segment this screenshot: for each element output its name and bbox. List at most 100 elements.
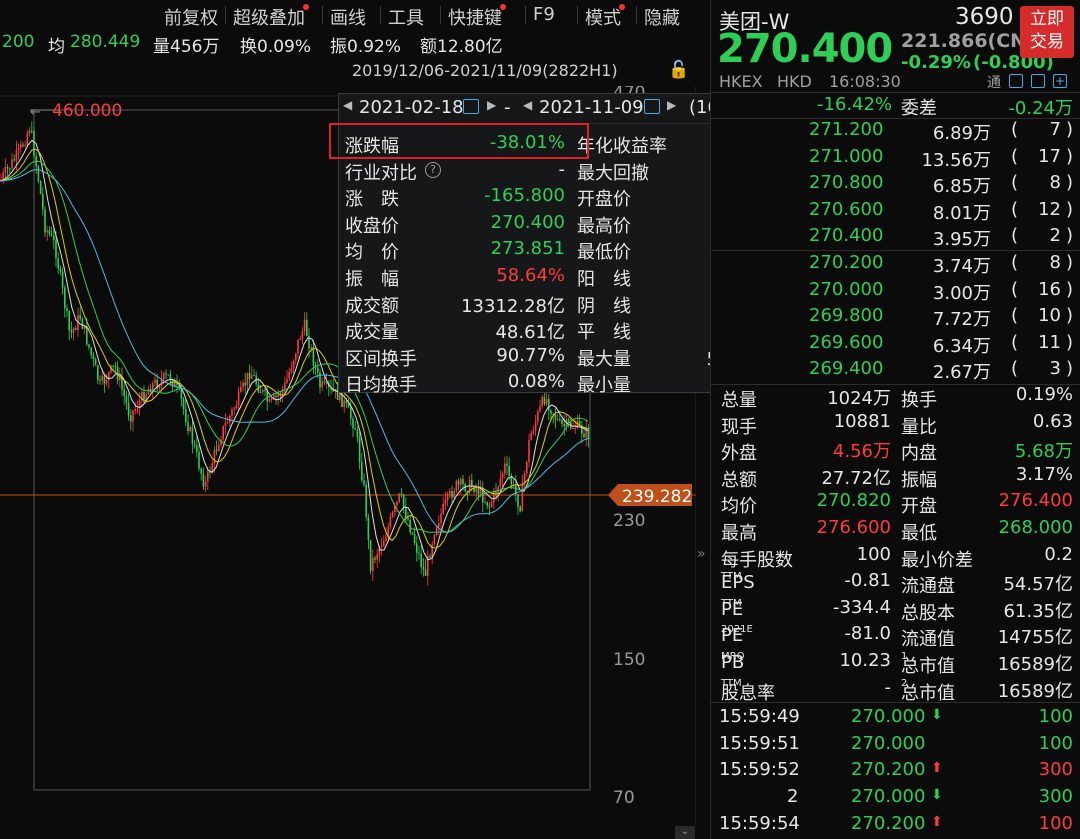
stat-value: 54.57亿 — [1003, 574, 1073, 596]
edit-icon[interactable] — [1009, 74, 1023, 88]
stat-value: 0.2 — [1044, 543, 1073, 565]
popup-date-separator: - — [504, 97, 511, 118]
toolbar-item[interactable]: 快捷键 — [448, 4, 502, 30]
candle-body — [405, 506, 407, 519]
tick-price: 270.000 — [851, 732, 926, 754]
level-open-paren: ( — [1011, 145, 1019, 167]
price-tag-label: 239.282 — [622, 487, 692, 507]
trade-now-button[interactable]: 立即 交易 — [1020, 6, 1074, 58]
stat-row: PE 2021E -81.0 流通值 14755亿 — [711, 621, 1080, 650]
order-level-row: 270.400 3.95万 (2) — [711, 223, 1080, 250]
candle-body — [559, 419, 561, 421]
level-open-paren: ( — [1011, 358, 1019, 379]
candle-body — [416, 543, 418, 553]
candle-body — [251, 375, 253, 379]
toolbar-item[interactable]: 工具 — [388, 4, 424, 30]
level-price: 271.200 — [809, 119, 884, 140]
weibi-row: -16.42% 委差 -0.24万 — [711, 92, 1080, 119]
stat-value: 10.23 — [839, 650, 891, 671]
toolbar-divider — [636, 6, 637, 24]
candle-body — [11, 159, 13, 169]
stat-row: 总额 27.72亿 振幅 3.17% — [711, 462, 1080, 491]
candle-body — [462, 479, 464, 484]
toolbar-item[interactable]: 隐藏 — [644, 4, 680, 30]
toolbar-item[interactable]: 超级叠加 — [233, 4, 305, 30]
level-close-paren: ) — [1065, 358, 1073, 379]
level-price: 270.400 — [809, 225, 884, 246]
toolbar-item[interactable]: 模式 — [585, 4, 621, 30]
popup-end-date[interactable]: 2021-11-09 — [539, 97, 644, 118]
candle-body — [81, 318, 84, 330]
toolbar-item[interactable]: 画线 — [330, 4, 366, 30]
stat-avg-value: 280.449 — [70, 32, 141, 52]
candle-body — [380, 546, 383, 549]
stat-value: 4.56万 — [832, 441, 891, 463]
weibi-value: -16.42% — [817, 94, 893, 115]
end-calendar-icon[interactable] — [644, 99, 660, 114]
stat-label-text: 总市值 — [901, 682, 955, 704]
candle-body — [435, 526, 438, 535]
candle-body — [185, 408, 187, 423]
add-icon[interactable]: + — [1053, 74, 1067, 88]
popup-start-date[interactable]: 2021-02-18 — [359, 97, 464, 118]
expand-panel-icon[interactable]: » — [697, 546, 709, 566]
prev-end-arrow-icon[interactable]: ◀ — [523, 98, 532, 112]
tick-row: 15:59:49 270.000 ⬇ 100 — [711, 704, 1080, 730]
level-volume: 8.01万 — [932, 202, 991, 224]
candle-body — [376, 554, 378, 560]
candle-body — [534, 421, 537, 431]
stat-turnover: 换0.09% — [240, 37, 312, 57]
candle-body — [554, 414, 557, 420]
toolbar-item[interactable]: 前复权 — [164, 4, 218, 30]
candle-body — [358, 437, 361, 462]
candle-body — [125, 396, 128, 403]
candle-body — [75, 328, 77, 330]
candle-body — [418, 552, 420, 554]
candle-body — [345, 400, 348, 404]
help-icon[interactable]: ? — [425, 161, 441, 178]
start-calendar-icon[interactable] — [463, 99, 479, 114]
candle-body — [158, 385, 161, 389]
level-close-paren: ) — [1065, 225, 1073, 246]
candle-body — [244, 382, 246, 386]
popup-value: 273.851 — [490, 238, 565, 260]
candle-body — [207, 471, 209, 482]
candle-body — [455, 480, 458, 492]
stat-value: - — [884, 676, 892, 698]
candle-body — [526, 461, 528, 474]
candle-body — [242, 382, 244, 388]
level-price: 270.800 — [809, 172, 884, 193]
candle-body — [68, 311, 70, 331]
lock-icon[interactable]: 🔓 — [668, 60, 689, 80]
popup-value: 48.61亿 — [495, 322, 565, 344]
notification-dot-icon — [500, 4, 506, 10]
candle-body — [130, 415, 132, 422]
candle-body — [270, 398, 273, 400]
candle-body — [372, 557, 374, 572]
scroll-down-icon[interactable]: ⌄ — [675, 826, 695, 839]
prev-start-arrow-icon[interactable]: ◀ — [343, 98, 352, 112]
candle-body — [572, 428, 574, 430]
candle-body — [59, 268, 62, 272]
next-start-arrow-icon[interactable]: ▶ — [487, 98, 496, 112]
candle-body — [275, 395, 277, 397]
candle-body — [224, 423, 227, 427]
level-open-paren: ( — [1011, 278, 1019, 300]
candle-body — [583, 433, 585, 438]
trade-button-line2: 交易 — [1030, 32, 1064, 52]
toolbar-item[interactable]: F9 — [533, 4, 555, 25]
level-price: 270.000 — [809, 278, 884, 300]
candle-body — [453, 491, 455, 498]
level-volume: 3.95万 — [932, 229, 991, 250]
popup-label: 阴 线 — [577, 295, 631, 317]
stat-label: 总市值 1 — [901, 650, 955, 677]
currency-label: HKD — [777, 72, 812, 91]
candle-body — [422, 566, 425, 570]
alert-icon[interactable] — [1031, 74, 1045, 88]
stat-value: 0.19% — [1015, 384, 1073, 405]
candle-body — [198, 451, 200, 469]
candle-body — [90, 347, 92, 356]
next-end-arrow-icon[interactable]: ▶ — [667, 98, 676, 112]
popup-label: 日均换手 — [345, 375, 417, 397]
stat-value: 276.400 — [998, 490, 1073, 512]
